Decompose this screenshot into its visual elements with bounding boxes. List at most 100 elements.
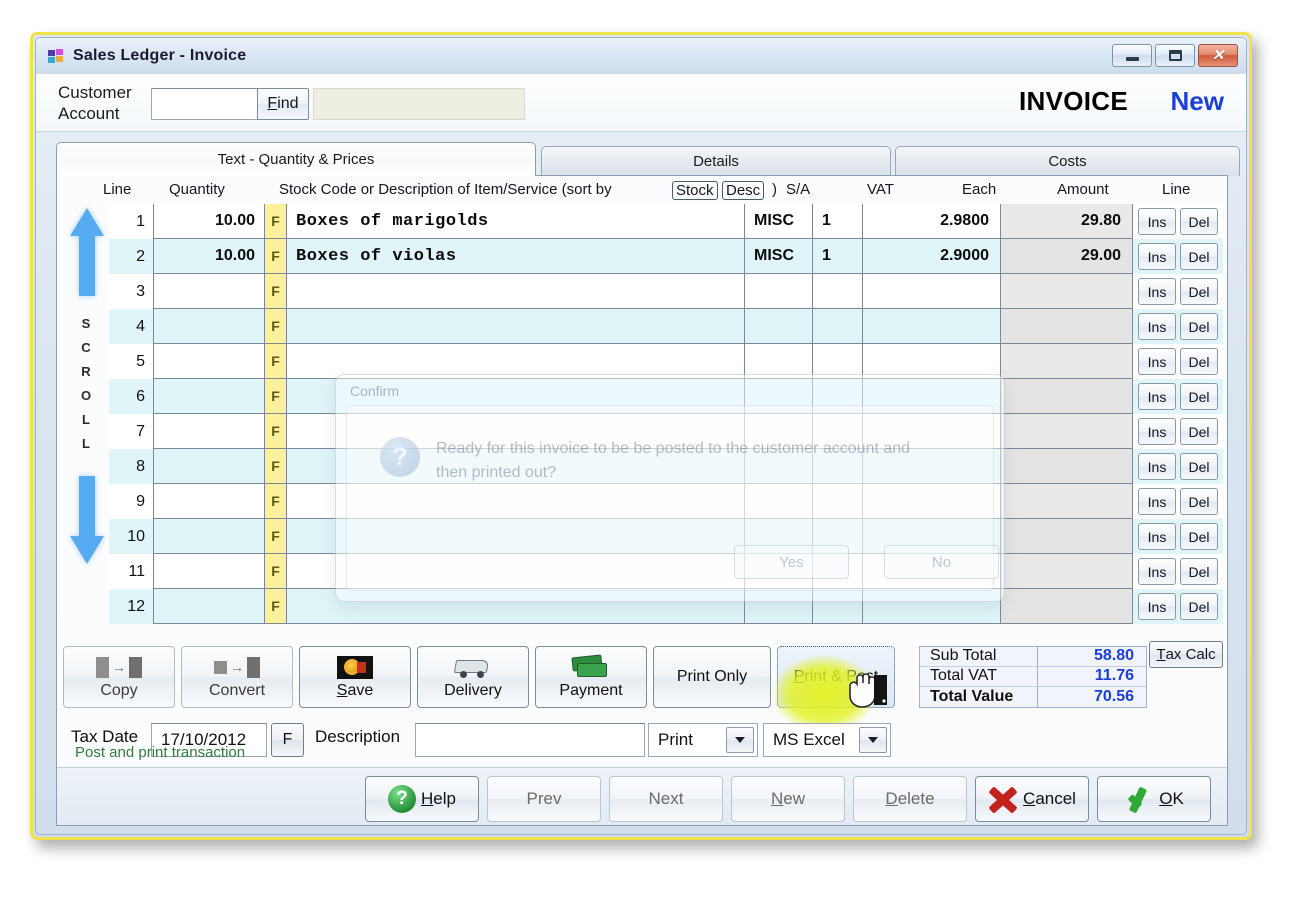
row-description-cell[interactable] — [287, 449, 745, 484]
prev-button[interactable]: Prev — [487, 776, 601, 822]
table-row[interactable]: 6 F Ins Del — [109, 379, 1223, 414]
delete-line-button[interactable]: Del — [1180, 488, 1218, 515]
row-quantity-cell[interactable] — [153, 344, 265, 379]
row-vat-cell[interactable] — [813, 484, 863, 519]
insert-line-button[interactable]: Ins — [1138, 523, 1176, 550]
row-description-cell[interactable]: Boxes of violas — [287, 239, 745, 274]
row-description-cell[interactable] — [287, 344, 745, 379]
row-each-cell[interactable] — [863, 379, 1001, 414]
row-vat-cell[interactable]: 1 — [813, 204, 863, 239]
delete-line-button[interactable]: Del — [1180, 453, 1218, 480]
tax-date-flag-button[interactable]: F — [271, 723, 304, 757]
close-button[interactable]: ✕ — [1198, 44, 1238, 67]
row-quantity-cell[interactable] — [153, 309, 265, 344]
table-row[interactable]: 2 10.00 F Boxes of violas MISC 1 2.9000 29.00 In… — [109, 239, 1223, 274]
convert-button[interactable]: → Convert — [181, 646, 293, 708]
insert-line-button[interactable]: Ins — [1138, 313, 1176, 340]
row-quantity-cell[interactable] — [153, 484, 265, 519]
row-quantity-cell[interactable] — [153, 449, 265, 484]
row-description-cell[interactable]: Boxes of marigolds — [287, 204, 745, 239]
row-each-cell[interactable]: 2.9000 — [863, 239, 1001, 274]
row-flag-cell[interactable]: F — [265, 204, 287, 239]
row-quantity-cell[interactable] — [153, 274, 265, 309]
row-description-cell[interactable] — [287, 414, 745, 449]
row-quantity-cell[interactable] — [153, 589, 265, 624]
insert-line-button[interactable]: Ins — [1138, 243, 1176, 270]
insert-line-button[interactable]: Ins — [1138, 348, 1176, 375]
row-flag-cell[interactable]: F — [265, 414, 287, 449]
row-each-cell[interactable] — [863, 309, 1001, 344]
row-quantity-cell[interactable]: 10.00 — [153, 204, 265, 239]
table-row[interactable]: 11 F Ins Del — [109, 554, 1223, 589]
print-mode-select[interactable]: Print — [648, 723, 758, 757]
insert-line-button[interactable]: Ins — [1138, 558, 1176, 585]
minimize-button[interactable] — [1112, 44, 1152, 67]
row-description-cell[interactable] — [287, 519, 745, 554]
insert-line-button[interactable]: Ins — [1138, 593, 1176, 620]
row-sa-cell[interactable] — [745, 274, 813, 309]
title-bar[interactable]: Sales Ledger - Invoice ✕ — [36, 38, 1246, 74]
row-vat-cell[interactable]: 1 — [813, 239, 863, 274]
row-flag-cell[interactable]: F — [265, 589, 287, 624]
ok-button[interactable]: OK — [1097, 776, 1211, 822]
row-quantity-cell[interactable] — [153, 414, 265, 449]
row-vat-cell[interactable] — [813, 309, 863, 344]
row-each-cell[interactable] — [863, 519, 1001, 554]
table-row[interactable]: 10 F Ins Del — [109, 519, 1223, 554]
row-flag-cell[interactable]: F — [265, 554, 287, 589]
delete-line-button[interactable]: Del — [1180, 278, 1218, 305]
save-button[interactable]: Save — [299, 646, 411, 708]
delete-line-button[interactable]: Del — [1180, 558, 1218, 585]
tab-text-quantity-prices[interactable]: Text - Quantity & Prices — [56, 142, 536, 176]
row-sa-cell[interactable] — [745, 449, 813, 484]
row-flag-cell[interactable]: F — [265, 344, 287, 379]
row-each-cell[interactable] — [863, 414, 1001, 449]
delete-line-button[interactable]: Del — [1180, 383, 1218, 410]
table-row[interactable]: 5 F Ins Del — [109, 344, 1223, 379]
next-button[interactable]: Next — [609, 776, 723, 822]
row-each-cell[interactable]: 2.9800 — [863, 204, 1001, 239]
customer-name-field[interactable] — [313, 88, 525, 120]
scroll-control[interactable]: SCROLL — [63, 206, 109, 601]
row-flag-cell[interactable]: F — [265, 449, 287, 484]
row-description-cell[interactable] — [287, 309, 745, 344]
delete-line-button[interactable]: Del — [1180, 243, 1218, 270]
row-sa-cell[interactable]: MISC — [745, 239, 813, 274]
delete-line-button[interactable]: Del — [1180, 523, 1218, 550]
row-each-cell[interactable] — [863, 589, 1001, 624]
find-button[interactable]: Find — [257, 88, 309, 120]
row-quantity-cell[interactable] — [153, 554, 265, 589]
row-flag-cell[interactable]: F — [265, 379, 287, 414]
print-only-button[interactable]: Print Only — [653, 646, 771, 708]
row-sa-cell[interactable]: MISC — [745, 204, 813, 239]
row-description-cell[interactable] — [287, 484, 745, 519]
row-description-cell[interactable] — [287, 274, 745, 309]
arrow-down-icon[interactable] — [69, 474, 105, 566]
delete-line-button[interactable]: Del — [1180, 208, 1218, 235]
insert-line-button[interactable]: Ins — [1138, 418, 1176, 445]
row-each-cell[interactable] — [863, 554, 1001, 589]
row-each-cell[interactable] — [863, 274, 1001, 309]
row-sa-cell[interactable] — [745, 414, 813, 449]
copy-button[interactable]: → Copy — [63, 646, 175, 708]
row-quantity-cell[interactable] — [153, 519, 265, 554]
row-vat-cell[interactable] — [813, 344, 863, 379]
tab-costs[interactable]: Costs — [895, 146, 1240, 176]
row-sa-cell[interactable] — [745, 344, 813, 379]
row-vat-cell[interactable] — [813, 449, 863, 484]
delete-button[interactable]: Delete — [853, 776, 967, 822]
insert-line-button[interactable]: Ins — [1138, 278, 1176, 305]
arrow-up-icon[interactable] — [69, 206, 105, 298]
row-sa-cell[interactable] — [745, 554, 813, 589]
table-row[interactable]: 8 F Ins Del — [109, 449, 1223, 484]
insert-line-button[interactable]: Ins — [1138, 208, 1176, 235]
delete-line-button[interactable]: Del — [1180, 348, 1218, 375]
print-and-post-button[interactable]: Print & Post — [772, 646, 895, 733]
row-flag-cell[interactable]: F — [265, 239, 287, 274]
delete-line-button[interactable]: Del — [1180, 418, 1218, 445]
insert-line-button[interactable]: Ins — [1138, 488, 1176, 515]
row-sa-cell[interactable] — [745, 484, 813, 519]
delivery-button[interactable]: Delivery — [417, 646, 529, 708]
row-quantity-cell[interactable] — [153, 379, 265, 414]
customer-account-input[interactable] — [151, 88, 263, 120]
